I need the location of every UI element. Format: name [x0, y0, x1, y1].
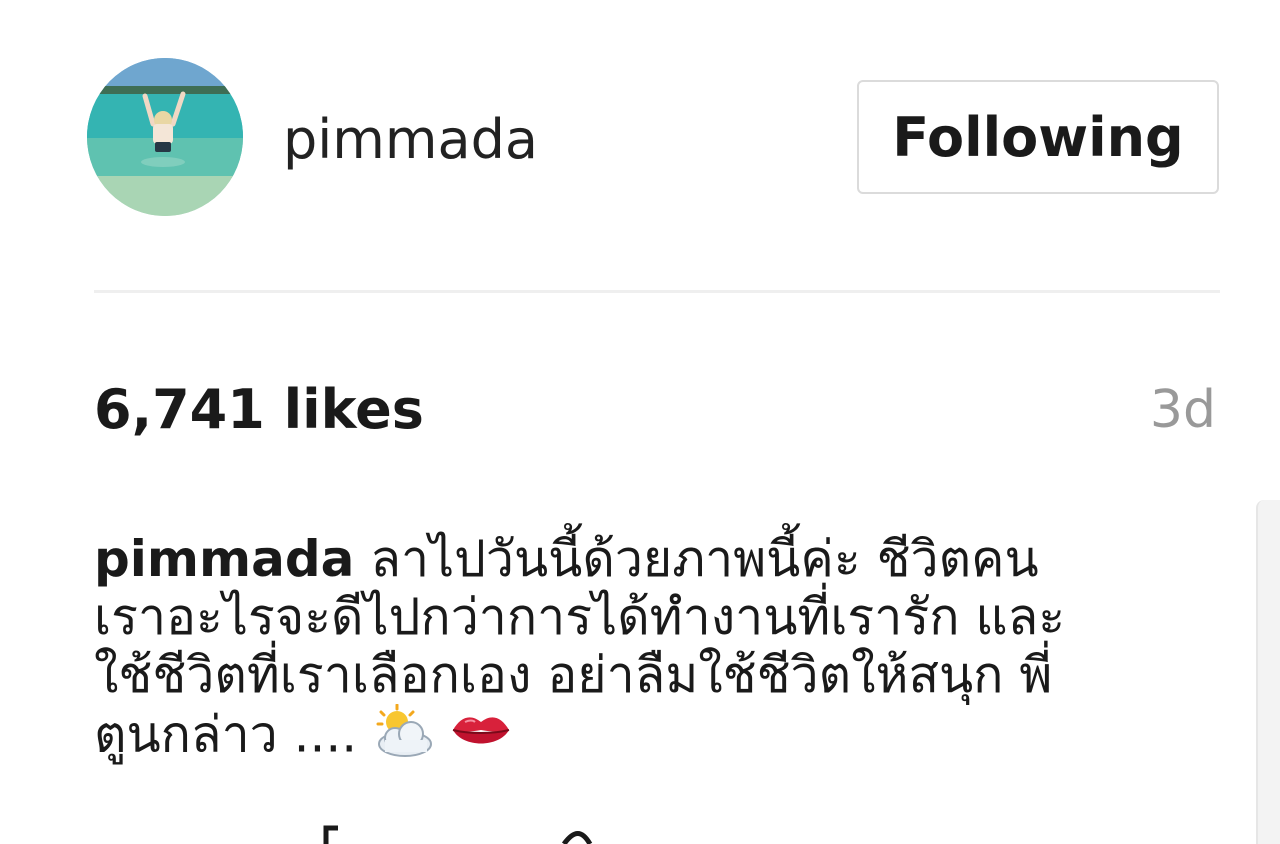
- caption-next-line-glyphs: [94, 825, 593, 844]
- avatar[interactable]: [87, 58, 243, 216]
- caption-line-2: เราอะไรจะดีไปกว่าการได้ทำงานที่เรารัก แล…: [94, 588, 1066, 646]
- avatar-beach-photo: [87, 58, 243, 216]
- post-timestamp[interactable]: 3d: [1150, 378, 1216, 442]
- header-username[interactable]: pimmada: [283, 108, 538, 172]
- post-panel: pimmada Following 6,741 likes 3d pimmada…: [0, 0, 1280, 844]
- caption-username[interactable]: pimmada: [94, 530, 354, 588]
- sun-behind-cloud-icon: [371, 703, 435, 772]
- caption-text-1: ลาไปวันนี้ด้วยภาพนี้ค่ะ ชีวิตคน: [370, 530, 1039, 588]
- post-caption: pimmada ลาไปวันนี้ด้วยภาพนี้ค่ะ ชีวิตคน …: [94, 530, 1174, 772]
- caption-next-line-partial: [94, 822, 654, 844]
- following-button[interactable]: Following: [857, 80, 1219, 194]
- caption-text-4: ตูนกล่าว ....: [94, 705, 358, 764]
- header-divider: [94, 290, 1220, 293]
- kiss-mark-icon: [449, 708, 513, 768]
- scrollbar[interactable]: [1256, 500, 1280, 844]
- caption-line-3: ใช้ชีวิตที่เราเลือกเอง อย่าลืมใช้ชีวิตให…: [94, 646, 1053, 704]
- likes-count[interactable]: 6,741 likes: [94, 378, 424, 442]
- caption-line-4: ตูนกล่าว ....: [94, 703, 1174, 772]
- caption-line-1: pimmada ลาไปวันนี้ด้วยภาพนี้ค่ะ ชีวิตคน: [94, 530, 1174, 588]
